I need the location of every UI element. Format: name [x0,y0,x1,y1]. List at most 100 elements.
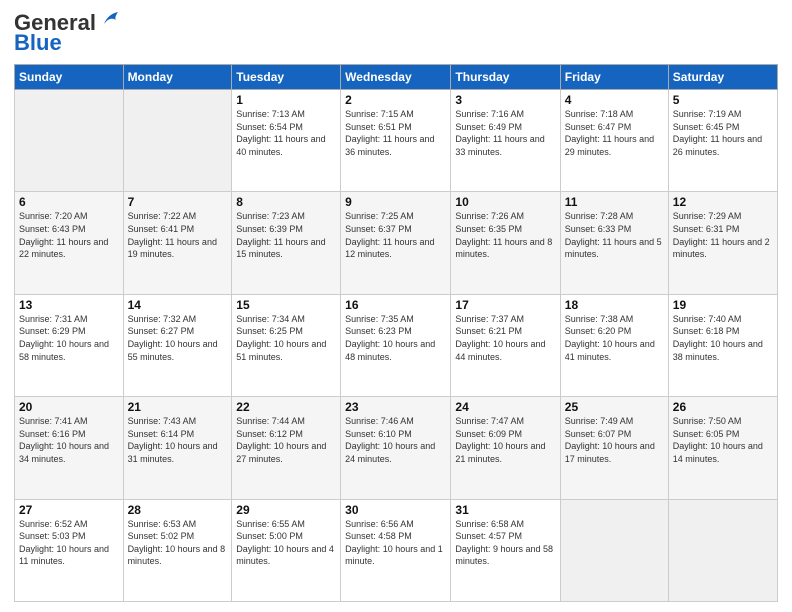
day-info: Sunrise: 7:28 AMSunset: 6:33 PMDaylight:… [565,210,664,260]
header: General Blue [14,10,778,56]
day-number: 3 [455,93,555,107]
day-number: 14 [128,298,228,312]
day-info: Sunrise: 7:16 AMSunset: 6:49 PMDaylight:… [455,108,555,158]
calendar-cell: 18Sunrise: 7:38 AMSunset: 6:20 PMDayligh… [560,294,668,396]
day-info: Sunrise: 7:31 AMSunset: 6:29 PMDaylight:… [19,313,119,363]
day-number: 20 [19,400,119,414]
calendar-week-row: 13Sunrise: 7:31 AMSunset: 6:29 PMDayligh… [15,294,778,396]
day-info: Sunrise: 7:41 AMSunset: 6:16 PMDaylight:… [19,415,119,465]
calendar-cell: 4Sunrise: 7:18 AMSunset: 6:47 PMDaylight… [560,90,668,192]
day-number: 15 [236,298,336,312]
day-number: 16 [345,298,446,312]
day-number: 1 [236,93,336,107]
calendar-cell: 19Sunrise: 7:40 AMSunset: 6:18 PMDayligh… [668,294,777,396]
day-info: Sunrise: 7:23 AMSunset: 6:39 PMDaylight:… [236,210,336,260]
day-info: Sunrise: 6:56 AMSunset: 4:58 PMDaylight:… [345,518,446,568]
day-number: 31 [455,503,555,517]
day-number: 27 [19,503,119,517]
day-number: 24 [455,400,555,414]
calendar-cell: 28Sunrise: 6:53 AMSunset: 5:02 PMDayligh… [123,499,232,601]
day-number: 5 [673,93,773,107]
weekday-header-thursday: Thursday [451,65,560,90]
day-info: Sunrise: 7:29 AMSunset: 6:31 PMDaylight:… [673,210,773,260]
logo: General Blue [14,10,122,56]
logo-bird-icon [100,10,122,28]
calendar-cell: 31Sunrise: 6:58 AMSunset: 4:57 PMDayligh… [451,499,560,601]
day-number: 17 [455,298,555,312]
calendar-cell: 13Sunrise: 7:31 AMSunset: 6:29 PMDayligh… [15,294,124,396]
day-info: Sunrise: 7:38 AMSunset: 6:20 PMDaylight:… [565,313,664,363]
calendar-cell: 11Sunrise: 7:28 AMSunset: 6:33 PMDayligh… [560,192,668,294]
day-number: 7 [128,195,228,209]
calendar-cell: 22Sunrise: 7:44 AMSunset: 6:12 PMDayligh… [232,397,341,499]
calendar-week-row: 27Sunrise: 6:52 AMSunset: 5:03 PMDayligh… [15,499,778,601]
calendar-cell: 17Sunrise: 7:37 AMSunset: 6:21 PMDayligh… [451,294,560,396]
day-info: Sunrise: 7:35 AMSunset: 6:23 PMDaylight:… [345,313,446,363]
day-info: Sunrise: 7:25 AMSunset: 6:37 PMDaylight:… [345,210,446,260]
day-number: 25 [565,400,664,414]
calendar-cell: 25Sunrise: 7:49 AMSunset: 6:07 PMDayligh… [560,397,668,499]
day-info: Sunrise: 7:37 AMSunset: 6:21 PMDaylight:… [455,313,555,363]
calendar-cell: 5Sunrise: 7:19 AMSunset: 6:45 PMDaylight… [668,90,777,192]
day-info: Sunrise: 7:18 AMSunset: 6:47 PMDaylight:… [565,108,664,158]
weekday-header-row: SundayMondayTuesdayWednesdayThursdayFrid… [15,65,778,90]
calendar-cell [560,499,668,601]
day-info: Sunrise: 7:44 AMSunset: 6:12 PMDaylight:… [236,415,336,465]
day-info: Sunrise: 7:32 AMSunset: 6:27 PMDaylight:… [128,313,228,363]
day-info: Sunrise: 7:46 AMSunset: 6:10 PMDaylight:… [345,415,446,465]
day-number: 21 [128,400,228,414]
weekday-header-sunday: Sunday [15,65,124,90]
day-number: 13 [19,298,119,312]
calendar-cell [15,90,124,192]
day-info: Sunrise: 7:43 AMSunset: 6:14 PMDaylight:… [128,415,228,465]
calendar-week-row: 6Sunrise: 7:20 AMSunset: 6:43 PMDaylight… [15,192,778,294]
calendar-cell: 6Sunrise: 7:20 AMSunset: 6:43 PMDaylight… [15,192,124,294]
calendar-cell: 29Sunrise: 6:55 AMSunset: 5:00 PMDayligh… [232,499,341,601]
day-info: Sunrise: 6:53 AMSunset: 5:02 PMDaylight:… [128,518,228,568]
calendar-cell [668,499,777,601]
weekday-header-saturday: Saturday [668,65,777,90]
calendar-cell: 8Sunrise: 7:23 AMSunset: 6:39 PMDaylight… [232,192,341,294]
day-number: 12 [673,195,773,209]
day-number: 18 [565,298,664,312]
calendar-cell: 26Sunrise: 7:50 AMSunset: 6:05 PMDayligh… [668,397,777,499]
weekday-header-wednesday: Wednesday [341,65,451,90]
calendar-cell: 7Sunrise: 7:22 AMSunset: 6:41 PMDaylight… [123,192,232,294]
day-number: 19 [673,298,773,312]
day-info: Sunrise: 6:58 AMSunset: 4:57 PMDaylight:… [455,518,555,568]
day-info: Sunrise: 7:13 AMSunset: 6:54 PMDaylight:… [236,108,336,158]
day-info: Sunrise: 7:19 AMSunset: 6:45 PMDaylight:… [673,108,773,158]
day-info: Sunrise: 7:34 AMSunset: 6:25 PMDaylight:… [236,313,336,363]
day-number: 10 [455,195,555,209]
day-number: 23 [345,400,446,414]
day-info: Sunrise: 6:55 AMSunset: 5:00 PMDaylight:… [236,518,336,568]
day-number: 9 [345,195,446,209]
calendar-cell: 23Sunrise: 7:46 AMSunset: 6:10 PMDayligh… [341,397,451,499]
day-number: 29 [236,503,336,517]
calendar-cell: 15Sunrise: 7:34 AMSunset: 6:25 PMDayligh… [232,294,341,396]
day-number: 26 [673,400,773,414]
weekday-header-monday: Monday [123,65,232,90]
day-info: Sunrise: 7:40 AMSunset: 6:18 PMDaylight:… [673,313,773,363]
calendar-cell: 2Sunrise: 7:15 AMSunset: 6:51 PMDaylight… [341,90,451,192]
calendar-cell: 27Sunrise: 6:52 AMSunset: 5:03 PMDayligh… [15,499,124,601]
day-number: 8 [236,195,336,209]
calendar-cell: 30Sunrise: 6:56 AMSunset: 4:58 PMDayligh… [341,499,451,601]
day-number: 2 [345,93,446,107]
day-number: 28 [128,503,228,517]
calendar-cell: 16Sunrise: 7:35 AMSunset: 6:23 PMDayligh… [341,294,451,396]
calendar-cell: 9Sunrise: 7:25 AMSunset: 6:37 PMDaylight… [341,192,451,294]
day-number: 4 [565,93,664,107]
logo-general: General [14,10,96,35]
day-info: Sunrise: 6:52 AMSunset: 5:03 PMDaylight:… [19,518,119,568]
day-number: 30 [345,503,446,517]
calendar-cell: 24Sunrise: 7:47 AMSunset: 6:09 PMDayligh… [451,397,560,499]
calendar-cell: 14Sunrise: 7:32 AMSunset: 6:27 PMDayligh… [123,294,232,396]
day-info: Sunrise: 7:47 AMSunset: 6:09 PMDaylight:… [455,415,555,465]
calendar-cell: 21Sunrise: 7:43 AMSunset: 6:14 PMDayligh… [123,397,232,499]
calendar-cell [123,90,232,192]
day-number: 11 [565,195,664,209]
calendar-week-row: 1Sunrise: 7:13 AMSunset: 6:54 PMDaylight… [15,90,778,192]
day-info: Sunrise: 7:50 AMSunset: 6:05 PMDaylight:… [673,415,773,465]
day-number: 22 [236,400,336,414]
